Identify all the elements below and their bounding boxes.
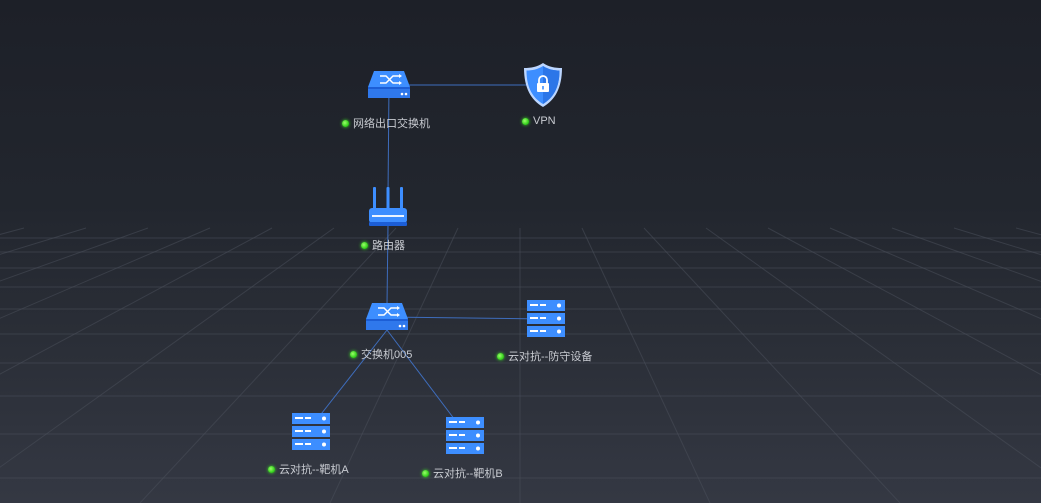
switch-icon <box>366 303 408 330</box>
link-switch005-to-target_b <box>386 329 456 421</box>
node-label-text: VPN <box>533 115 556 127</box>
router-icon <box>369 187 407 226</box>
node-label-text: 云对抗--靶机A <box>279 464 349 476</box>
node-exit-switch[interactable] <box>366 69 412 101</box>
status-online-indicator <box>268 465 275 473</box>
node-label-switch005: 交换机005 <box>350 346 412 362</box>
status-online-indicator <box>361 241 368 249</box>
node-label-defense: 云对抗--防守设备 <box>497 348 592 364</box>
node-router[interactable] <box>367 186 409 228</box>
node-label-exit-switch: 网络出口交换机 <box>342 115 430 131</box>
server-rack-icon <box>527 300 565 337</box>
switch-icon <box>368 71 410 98</box>
node-defense[interactable] <box>527 300 565 338</box>
topology-canvas: 网络出口交换机 VPN 路由器 交换机005 云对抗--防守设备 云对抗--靶机… <box>0 0 1041 503</box>
status-online-indicator <box>522 117 529 125</box>
node-label-text: 网络出口交换机 <box>353 118 430 130</box>
node-label-vpn: VPN <box>522 115 556 127</box>
node-label-text: 路由器 <box>372 240 405 252</box>
link-switch005-to-target_a <box>317 329 388 419</box>
node-label-text: 交换机005 <box>361 349 413 361</box>
node-label-text: 云对抗--防守设备 <box>508 351 593 363</box>
node-label-target-a: 云对抗--靶机A <box>268 461 349 477</box>
status-online-indicator <box>342 119 349 127</box>
server-rack-icon <box>292 413 330 450</box>
vpn-shield-icon <box>524 63 562 107</box>
topology-links <box>317 84 547 421</box>
link-switch005-to-defense <box>386 316 547 320</box>
node-switch005[interactable] <box>364 301 410 333</box>
server-rack-icon <box>446 417 484 454</box>
status-online-indicator <box>497 352 504 360</box>
node-label-target-b: 云对抗--靶机B <box>422 465 503 481</box>
node-label-text: 云对抗--靶机B <box>433 468 503 480</box>
status-online-indicator <box>422 469 429 477</box>
node-vpn[interactable] <box>523 62 563 108</box>
status-online-indicator <box>350 350 357 358</box>
node-target-a[interactable] <box>292 413 330 451</box>
node-label-router: 路由器 <box>361 237 405 253</box>
node-target-b[interactable] <box>446 417 484 455</box>
link-exit_switch-to-router <box>387 84 390 196</box>
